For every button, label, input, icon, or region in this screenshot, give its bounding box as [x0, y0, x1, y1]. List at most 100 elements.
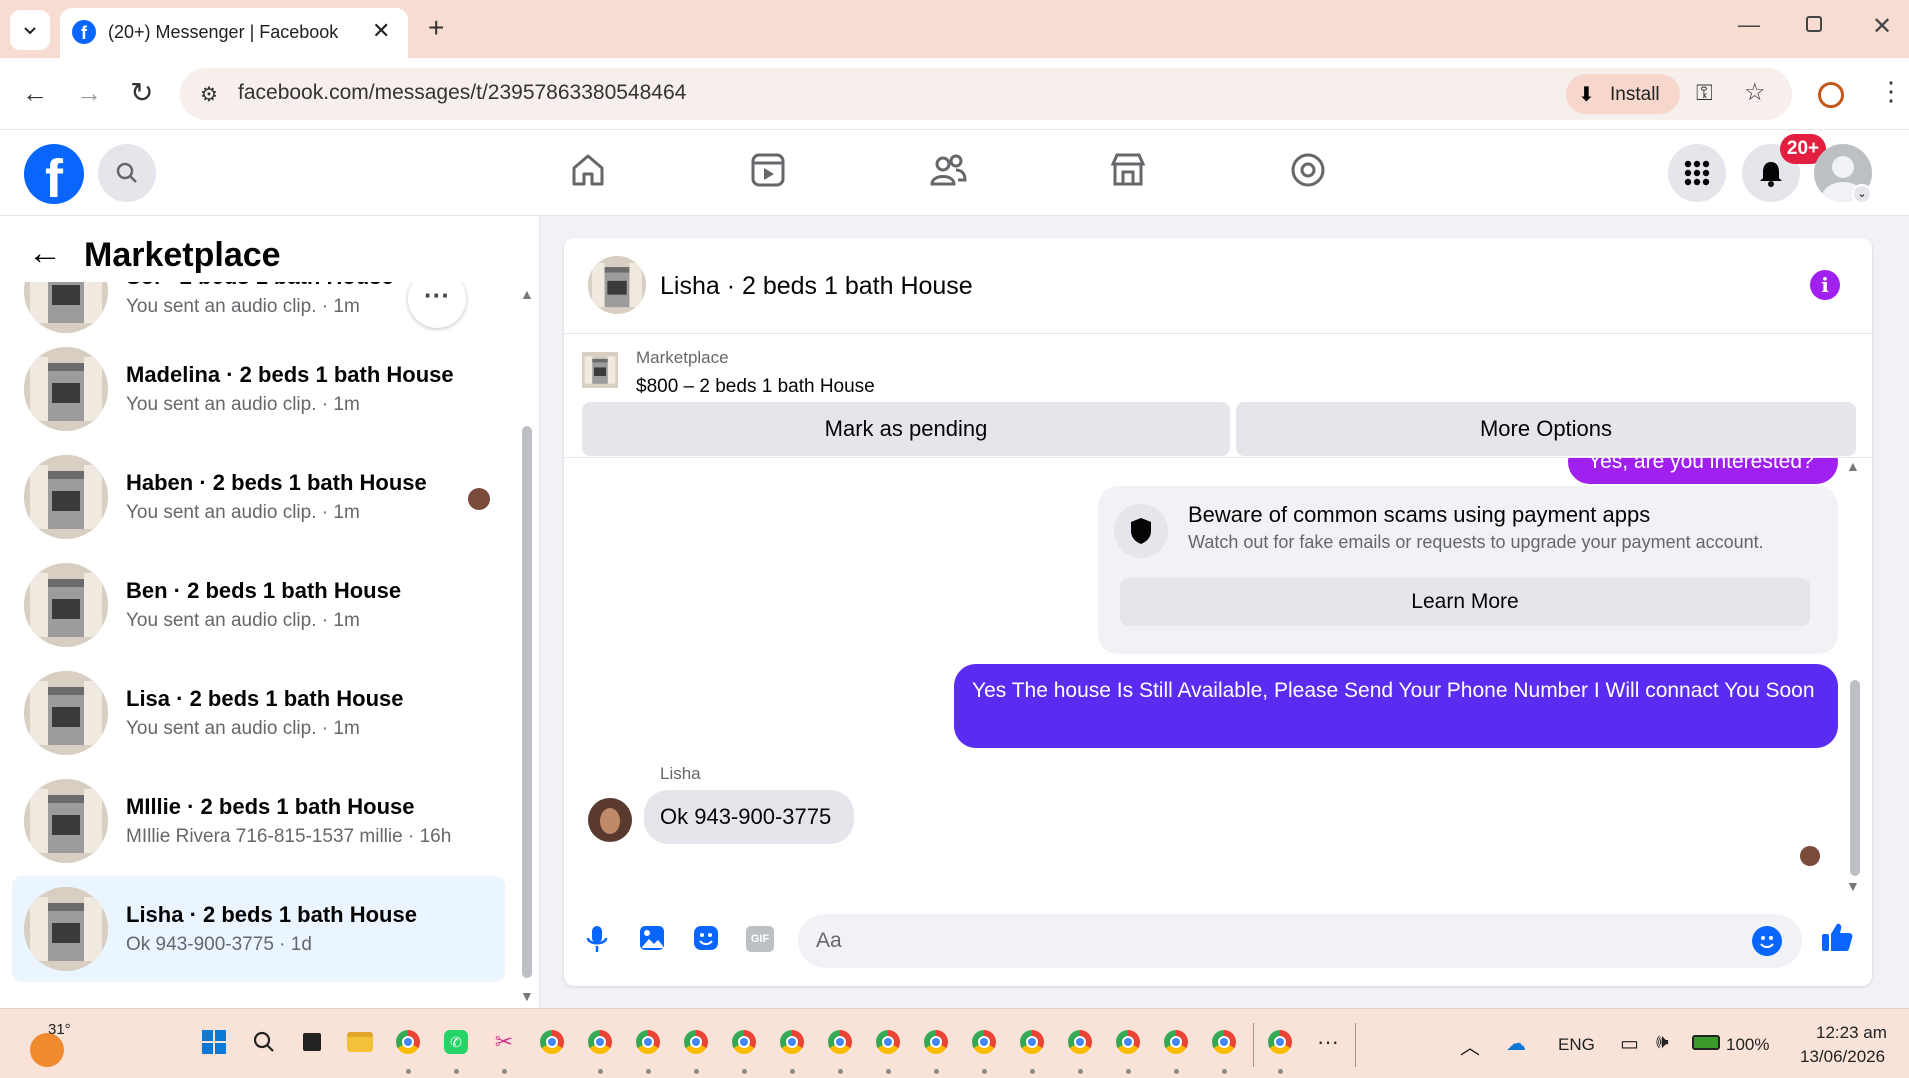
info-icon[interactable]: i	[1810, 270, 1840, 300]
forward-arrow-icon[interactable]: →	[76, 78, 102, 109]
language-indicator[interactable]: ENG	[1558, 1035, 1595, 1055]
conversation-item[interactable]: Sol · 2 beds 1 bath House You sent an au…	[12, 282, 505, 344]
message-input[interactable]: Aa	[798, 914, 1802, 968]
start-icon[interactable]	[199, 1027, 229, 1057]
conversation-item[interactable]: Haben · 2 beds 1 bath House You sent an …	[12, 444, 505, 550]
more-apps-icon[interactable]: ···	[1313, 1027, 1343, 1057]
whatsapp-icon[interactable]: ✆	[441, 1027, 471, 1057]
chrome-icon[interactable]	[537, 1027, 567, 1057]
menu-dots-icon[interactable]: ⋮	[1878, 76, 1904, 107]
weather-widget[interactable]: 31°	[30, 1019, 90, 1069]
conversation-item[interactable]: Madelina · 2 beds 1 bath House You sent …	[12, 336, 505, 442]
chrome-profile-icon[interactable]	[681, 1027, 711, 1057]
microphone-icon[interactable]	[584, 924, 610, 959]
received-message-bubble[interactable]: Ok 943-900-3775	[644, 790, 854, 844]
message-input-placeholder: Aa	[816, 929, 842, 952]
restore-button[interactable]	[1806, 16, 1822, 32]
clock-time[interactable]: 12:23 am	[1816, 1023, 1887, 1043]
chrome-profile-icon[interactable]	[873, 1027, 903, 1057]
tab-close-icon[interactable]: ✕	[372, 18, 390, 44]
tab-search-button[interactable]	[10, 10, 50, 50]
chrome-profile-icon[interactable]	[1161, 1027, 1191, 1057]
volume-icon[interactable]: 🕪	[1656, 1031, 1669, 1054]
chat-scroll-down-icon[interactable]: ▼	[1846, 878, 1860, 894]
chrome-profile-icon[interactable]	[1065, 1027, 1095, 1057]
conversation-options-button[interactable]: ···	[408, 282, 466, 328]
chrome-profile-icon[interactable]	[1209, 1027, 1239, 1057]
mark-as-pending-button[interactable]: Mark as pending	[582, 402, 1230, 456]
chrome-profile-icon[interactable]	[825, 1027, 855, 1057]
nav-home[interactable]	[568, 150, 608, 195]
learn-more-button[interactable]: Learn More	[1120, 578, 1810, 626]
sent-message-bubble[interactable]: Yes The house Is Still Available, Please…	[954, 664, 1838, 748]
menu-grid-button[interactable]	[1668, 144, 1726, 202]
chrome-profile-icon[interactable]	[1017, 1027, 1047, 1057]
onedrive-icon[interactable]: ☁	[1506, 1031, 1526, 1056]
nav-video[interactable]	[748, 150, 788, 195]
new-tab-button[interactable]: +	[428, 12, 444, 44]
scroll-up-icon[interactable]: ▲	[520, 286, 534, 302]
nav-marketplace[interactable]	[1108, 150, 1148, 195]
photo-icon[interactable]	[638, 924, 666, 957]
listing-text[interactable]: $800 – 2 beds 1 bath House	[636, 376, 875, 398]
address-bar[interactable]: ⚙ facebook.com/messages/t/23957863380548…	[180, 68, 1792, 120]
reload-icon[interactable]: ↻	[130, 76, 153, 109]
emoji-icon[interactable]	[1752, 926, 1782, 956]
chat-title[interactable]: Lisha · 2 beds 1 bath House	[660, 272, 973, 301]
clock-date[interactable]: 13/06/2026	[1800, 1047, 1885, 1067]
nav-friends[interactable]	[928, 150, 968, 195]
more-options-button[interactable]: More Options	[1236, 402, 1856, 456]
close-window-button[interactable]: ✕	[1872, 12, 1892, 41]
search-button[interactable]	[98, 144, 156, 202]
friends-icon	[930, 154, 967, 186]
chrome-profile-icon[interactable]	[585, 1027, 615, 1057]
sent-message-bubble[interactable]: Yes, are you interested?	[1568, 458, 1838, 484]
task-view-icon[interactable]	[297, 1027, 327, 1057]
chrome-profile-icon[interactable]	[921, 1027, 951, 1057]
conversation-subtitle: You sent an audio clip. · 1m	[126, 502, 360, 523]
back-arrow-icon[interactable]: ←	[22, 78, 48, 109]
conversation-item[interactable]: Lisa · 2 beds 1 bath House You sent an a…	[12, 660, 505, 766]
snipping-tool-icon[interactable]: ✂	[489, 1027, 519, 1057]
chrome-profile-icon[interactable]	[777, 1027, 807, 1057]
install-button[interactable]: ⬇ Install	[1566, 74, 1680, 114]
chrome-profile-icon[interactable]	[1265, 1027, 1295, 1057]
scroll-down-icon[interactable]: ▼	[520, 988, 534, 1004]
listing-banner-thumbnail[interactable]	[582, 352, 618, 388]
battery-icon[interactable]	[1692, 1035, 1720, 1050]
chrome-profile-icon[interactable]	[729, 1027, 759, 1057]
chrome-profile-icon[interactable]	[1113, 1027, 1143, 1057]
bookmark-star-icon[interactable]: ☆	[1744, 78, 1766, 107]
minimize-button[interactable]: —	[1738, 12, 1760, 38]
nav-gaming[interactable]	[1288, 150, 1328, 195]
grid-menu-icon	[1684, 160, 1710, 186]
network-icon[interactable]: ▭	[1620, 1031, 1639, 1056]
chat-scroll-up-icon[interactable]: ▲	[1846, 458, 1860, 474]
chat-scrollbar-thumb[interactable]	[1850, 680, 1860, 876]
chrome-profile-icon[interactable]	[969, 1027, 999, 1057]
account-chevron-icon[interactable]: ⌄	[1852, 184, 1872, 204]
profile-icon[interactable]	[1818, 82, 1844, 108]
search-icon[interactable]	[249, 1027, 279, 1057]
browser-tab[interactable]: f (20+) Messenger | Facebook ✕	[60, 8, 408, 58]
file-explorer-icon[interactable]	[345, 1027, 375, 1057]
messenger-page: ← Marketplace Sol · 2 beds 1 bath House …	[0, 216, 1909, 1008]
sticker-icon[interactable]	[692, 924, 720, 957]
gif-icon[interactable]: GIF	[746, 926, 774, 952]
site-settings-icon[interactable]: ⚙	[200, 82, 218, 107]
url-text[interactable]: facebook.com/messages/t/2395786338054846…	[238, 81, 686, 105]
like-thumb-icon[interactable]	[1820, 920, 1854, 959]
sidebar-scrollbar-thumb[interactable]	[522, 426, 532, 978]
bell-icon	[1760, 162, 1782, 187]
chrome-profile-icon[interactable]	[633, 1027, 663, 1057]
chat-listing-avatar[interactable]	[588, 256, 646, 314]
tray-chevron-icon[interactable]: ︿	[1460, 1031, 1480, 1060]
password-key-icon[interactable]: ⚿	[1696, 80, 1713, 106]
conversation-item-selected[interactable]: Lisha · 2 beds 1 bath House Ok 943-900-3…	[12, 876, 505, 982]
chrome-icon[interactable]	[393, 1027, 423, 1057]
back-arrow-icon[interactable]: ←	[28, 234, 62, 273]
sender-avatar[interactable]	[588, 798, 632, 842]
conversation-item[interactable]: Ben · 2 beds 1 bath House You sent an au…	[12, 552, 505, 658]
conversation-item[interactable]: MIllie · 2 beds 1 bath House MIllie Rive…	[12, 768, 505, 874]
facebook-logo-icon[interactable]: f	[24, 144, 84, 204]
